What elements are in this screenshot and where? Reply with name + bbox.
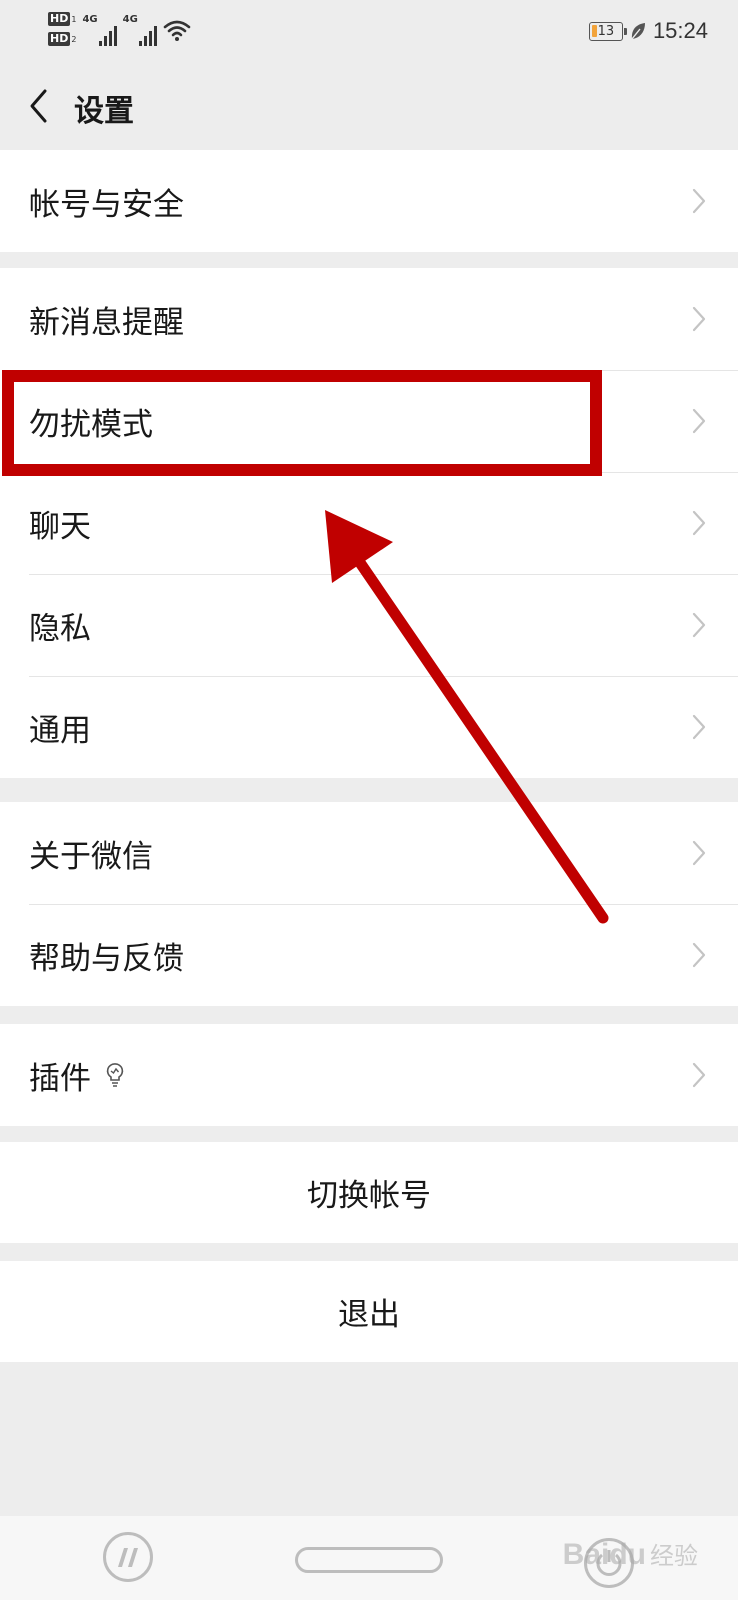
hd-badge-2: HD [48, 32, 71, 46]
chevron-right-icon [692, 714, 706, 740]
sim-index-2: 2 [71, 34, 77, 44]
settings-group-messages: 新消息提醒 勿扰模式 聊天 隐私 通用 [0, 268, 738, 778]
watermark-brand: Baidu [562, 1538, 646, 1571]
assistant-icon [118, 1548, 138, 1567]
network-type-1: 4G [82, 14, 98, 25]
settings-item-general[interactable]: 通用 [0, 676, 738, 778]
settings-item-label: 帐号与安全 [29, 186, 184, 223]
signal-bars-icon [138, 24, 157, 46]
chevron-right-icon [692, 1062, 706, 1088]
settings-item-label: 插件 [29, 1060, 91, 1097]
status-right: 13 15:24 [588, 18, 708, 44]
chevron-right-icon [692, 306, 706, 332]
chevron-right-icon [692, 840, 706, 866]
watermark-suffix: 经验 [650, 1543, 698, 1570]
chevron-right-icon [692, 612, 706, 638]
switch-account-button[interactable]: 切换帐号 [0, 1142, 738, 1243]
settings-item-help-feedback[interactable]: 帮助与反馈 [0, 904, 738, 1006]
clock: 15:24 [652, 18, 708, 43]
settings-item-label: 隐私 [29, 610, 91, 647]
logout-label: 退出 [338, 1297, 400, 1333]
battery-level: 13 [597, 23, 615, 39]
settings-group-about: 关于微信 帮助与反馈 [0, 802, 738, 1006]
settings-item-chats[interactable]: 聊天 [0, 472, 738, 574]
settings-item-about-wechat[interactable]: 关于微信 [0, 802, 738, 904]
system-nav-bar: Baidu 经验 [0, 1516, 738, 1600]
settings-item-label: 新消息提醒 [29, 304, 184, 341]
settings-item-privacy[interactable]: 隐私 [0, 574, 738, 676]
cell-signal-1: 4G [82, 14, 117, 46]
settings-item-account-security[interactable]: 帐号与安全 [0, 150, 738, 252]
signal-bars-icon [98, 24, 117, 46]
signal-area: HD 1 HD 2 4G 4G [48, 12, 191, 46]
settings-screen: HD 1 HD 2 4G 4G 13 15:24 设置 帐号与安全 新消息提醒 … [0, 0, 738, 1600]
hd-badge-1: HD [48, 12, 71, 26]
switch-account-label: 切换帐号 [307, 1178, 431, 1214]
sim-index-1: 1 [71, 14, 77, 24]
home-gesture-bar[interactable] [295, 1547, 443, 1573]
wifi-icon [163, 20, 191, 41]
assistant-button[interactable] [103, 1532, 153, 1582]
settings-item-label: 通用 [29, 712, 91, 749]
page-title: 设置 [74, 94, 134, 129]
network-type-2: 4G [122, 14, 138, 25]
settings-group-plugins: 插件 [0, 1024, 738, 1126]
leaf-icon [631, 23, 645, 40]
settings-item-label: 聊天 [29, 508, 91, 545]
chevron-right-icon [692, 188, 706, 214]
chevron-right-icon [692, 510, 706, 536]
navigation-bar: 设置 [0, 64, 738, 150]
chevron-right-icon [692, 942, 706, 968]
settings-group-account: 帐号与安全 [0, 150, 738, 252]
chevron-right-icon [692, 408, 706, 434]
battery-icon: 13 [588, 21, 627, 41]
settings-item-label: 关于微信 [29, 838, 153, 875]
chevron-left-icon[interactable] [28, 88, 48, 124]
logout-button[interactable]: 退出 [0, 1261, 738, 1362]
settings-item-plugins[interactable]: 插件 [0, 1024, 738, 1126]
cell-signal-2: 4G [123, 14, 157, 46]
baidu-watermark: Baidu 经验 [563, 1536, 698, 1572]
lightbulb-icon [106, 1063, 124, 1087]
status-bar: HD 1 HD 2 4G 4G 13 15:24 [0, 0, 738, 64]
highlight-box [2, 370, 602, 476]
settings-item-label: 帮助与反馈 [29, 940, 184, 977]
settings-item-new-message-alerts[interactable]: 新消息提醒 [0, 268, 738, 370]
